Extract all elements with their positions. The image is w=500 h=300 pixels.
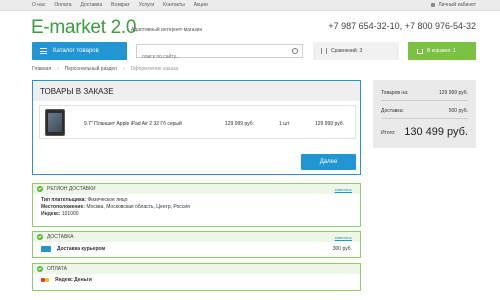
payment-method-row: Яндекс Деньги	[33, 274, 360, 286]
check-icon	[37, 234, 43, 240]
region-header[interactable]: РЕГИОН ДОСТАВКИ изменить	[33, 184, 360, 194]
topnav-item-returns[interactable]: Возврат	[111, 2, 130, 8]
region-section: РЕГИОН ДОСТАВКИ изменить Тип плательщика…	[32, 183, 361, 227]
breadcrumb-home[interactable]: Главная	[32, 66, 51, 72]
location-label: Местоположение:	[41, 204, 85, 210]
payer-label: Тип плательщика:	[41, 197, 87, 203]
topnav-item-payment[interactable]: Оплата	[54, 2, 71, 8]
delivery-method-row: Доставка курьером 300 руб.	[33, 242, 360, 256]
summary-total-value: 130 499 руб.	[404, 126, 468, 138]
check-icon	[37, 266, 43, 272]
region-edit-link[interactable]: изменить	[335, 187, 352, 192]
summary-goods-label: Товаров на:	[381, 90, 409, 96]
tagline: Адаптивный интернет-магазин	[131, 27, 203, 33]
truck-icon	[41, 246, 51, 252]
summary-delivery-label: Доставка:	[381, 108, 404, 114]
logo[interactable]: E-market 2.0	[31, 17, 136, 39]
phone-numbers: +7 987 654-32-10, +7 800 976-54-32	[328, 21, 476, 31]
breadcrumb-separator: ›	[57, 66, 59, 72]
index-row: Индекс: 101000	[41, 211, 352, 218]
location-value: Москва, Московская область, Центр, Росси…	[86, 204, 190, 210]
burger-icon	[40, 48, 47, 54]
compare-icon	[321, 48, 327, 54]
order-items-title: ТОВАРЫ В ЗАКАЗЕ	[33, 81, 360, 101]
order-item-row: 9.7" Планшет Apple iPad Air 2 32 Гб серы…	[39, 105, 356, 139]
summary-delivery-value: 500 руб.	[448, 108, 468, 114]
product-name[interactable]: 9.7" Планшет Apple iPad Air 2 32 Гб серы…	[84, 121, 182, 127]
payment-section: ОПЛАТА Яндекс Деньги	[32, 263, 361, 291]
top-nav: О нас Оплата Доставка Возврат Услуги Кон…	[32, 2, 208, 8]
catalog-button[interactable]: Каталог товаров	[32, 42, 127, 60]
delivery-section: ДОСТАВКА изменить Доставка курьером 300 …	[32, 231, 361, 258]
order-items-panel: ТОВАРЫ В ЗАКАЗЕ 9.7" Планшет Apple iPad …	[32, 80, 361, 175]
cart-icon	[417, 48, 423, 54]
payment-title: ОПЛАТА	[47, 266, 67, 272]
catalog-label: Каталог товаров	[53, 48, 99, 54]
breadcrumb-personal[interactable]: Персональный раздел	[65, 66, 117, 72]
region-details: Тип плательщика: Физическое лицо Местопо…	[33, 194, 360, 221]
payer-row: Тип плательщика: Физическое лицо	[41, 197, 352, 204]
summary-goods-value: 129 999 руб.	[439, 90, 468, 96]
delivery-title: ДОСТАВКА	[47, 234, 74, 240]
topnav-item-contacts[interactable]: Контакты	[163, 2, 185, 8]
search-box	[136, 44, 303, 63]
topnav-item-delivery[interactable]: Доставка	[81, 2, 102, 8]
cabinet-label: Личный кабинет	[438, 2, 476, 8]
search-input[interactable]	[137, 51, 287, 63]
cabinet-link[interactable]: Личный кабинет	[431, 2, 476, 8]
summary-delivery-row: Доставка: 500 руб.	[381, 108, 468, 114]
delivery-header[interactable]: ДОСТАВКА изменить	[33, 232, 360, 242]
summary-divider	[381, 118, 468, 119]
summary-goods-row: Товаров на: 129 999 руб.	[381, 90, 468, 96]
lock-icon	[431, 3, 436, 7]
top-bar: О нас Оплата Доставка Возврат Услуги Кон…	[0, 0, 500, 11]
product-quantity: 1 шт	[279, 121, 290, 127]
index-value: 101000	[61, 211, 79, 217]
delivery-method: Доставка курьером	[57, 246, 106, 252]
payment-header[interactable]: ОПЛАТА	[33, 264, 360, 274]
payer-value: Физическое лицо	[87, 197, 128, 203]
compare-label: Сравнений: 3	[331, 48, 363, 54]
breadcrumb-current: Оформление заказа	[130, 66, 179, 72]
topnav-item-services[interactable]: Услуги	[139, 2, 154, 8]
next-button[interactable]: Далее	[301, 154, 356, 170]
cart-label: В корзине: 1	[427, 48, 456, 54]
product-price: 129 999 руб.	[225, 121, 254, 127]
delivery-edit-link[interactable]: изменить	[335, 235, 352, 240]
payment-method: Яндекс Деньги	[55, 277, 92, 283]
cart-button[interactable]: В корзине: 1	[408, 42, 476, 60]
yandex-money-icon	[41, 277, 49, 283]
check-icon	[37, 186, 43, 192]
region-title: РЕГИОН ДОСТАВКИ	[47, 186, 96, 192]
index-label: Индекс:	[41, 211, 61, 217]
location-row: Местоположение: Москва, Московская облас…	[41, 204, 352, 211]
topnav-item-about[interactable]: О нас	[32, 2, 45, 8]
product-total: 129 999 руб.	[315, 121, 344, 127]
product-image[interactable]	[45, 109, 65, 136]
search-icon[interactable]	[292, 48, 298, 54]
summary-divider	[381, 100, 468, 101]
breadcrumb: Главная › Персональный раздел › Оформлен…	[32, 66, 178, 72]
header: E-market 2.0 Адаптивный интернет-магазин…	[0, 12, 500, 42]
order-summary: Товаров на: 129 999 руб. Доставка: 500 р…	[373, 80, 476, 148]
breadcrumb-separator: ›	[122, 66, 125, 72]
delivery-price: 300 руб.	[332, 246, 352, 252]
nav-bar: Каталог товаров Сравнений: 3 В корзине: …	[32, 42, 476, 63]
topnav-item-promo[interactable]: Акции	[194, 2, 208, 8]
compare-button[interactable]: Сравнений: 3	[313, 42, 399, 60]
summary-total-label: Итого:	[381, 130, 396, 136]
